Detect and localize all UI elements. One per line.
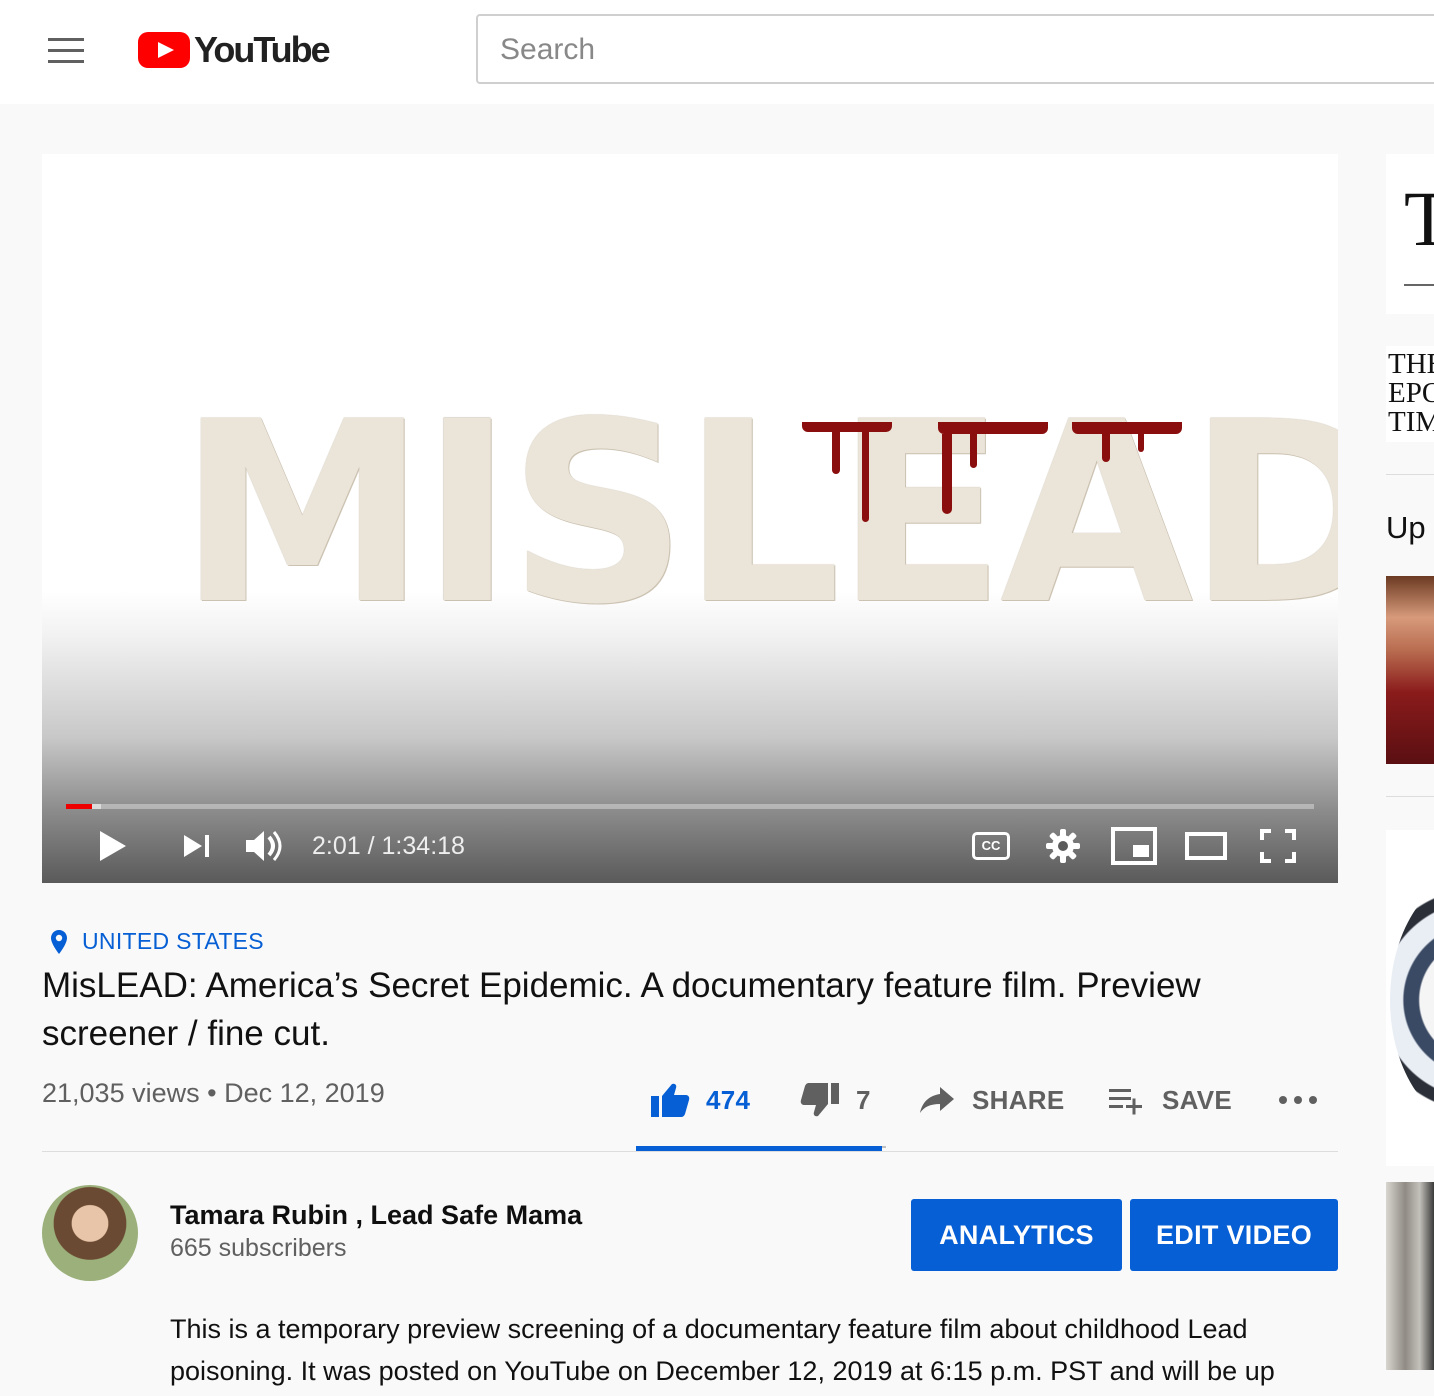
video-frame-title-art: MISLEAD <box>178 368 1338 659</box>
share-arrow-icon <box>920 1087 954 1113</box>
miniplayer-icon <box>1111 827 1157 865</box>
thumbs-up-icon <box>651 1083 690 1117</box>
upload-date: Dec 12, 2019 <box>224 1078 385 1108</box>
ad-fragment-2: THE EPO TIM <box>1388 348 1434 438</box>
save-button[interactable]: SAVE <box>1108 1080 1232 1120</box>
video-player[interactable]: MISLEAD 2:01 / 1:34:18 CC <box>42 154 1338 883</box>
sidebar-ad-card[interactable]: T <box>1386 154 1434 314</box>
sidebar-video-thumbnail[interactable] <box>1386 1182 1434 1370</box>
save-label: SAVE <box>1162 1084 1233 1115</box>
current-time: 2:01 <box>312 832 361 860</box>
up-next-label: Up <box>1386 510 1426 545</box>
sidebar-video-thumbnail-plate[interactable] <box>1386 830 1434 1166</box>
blood-drip <box>942 434 952 514</box>
subscriber-count: 665 subscribers <box>170 1234 347 1262</box>
play-icon <box>100 831 126 861</box>
duration: 1:34:18 <box>381 832 465 860</box>
menu-icon[interactable] <box>48 38 84 64</box>
like-count: 474 <box>706 1084 751 1115</box>
blood-drip <box>1102 434 1110 462</box>
ad-fragment-1: T <box>1404 175 1434 262</box>
miniplayer-button[interactable] <box>1108 824 1160 868</box>
time-separator: / <box>367 832 375 860</box>
gear-icon <box>1046 829 1080 863</box>
theater-mode-icon <box>1185 832 1227 860</box>
like-button[interactable]: 474 <box>650 1080 750 1120</box>
location-text: UNITED STATES <box>82 928 264 954</box>
share-button[interactable]: SHARE <box>918 1080 1065 1120</box>
next-button[interactable] <box>172 824 222 868</box>
blood-drip <box>862 430 869 522</box>
settings-button[interactable] <box>1038 824 1088 868</box>
edit-video-button[interactable]: EDIT VIDEO <box>1130 1199 1338 1271</box>
sidebar-divider <box>1386 474 1434 475</box>
dislike-button[interactable]: 7 <box>800 1080 871 1120</box>
theater-mode-button[interactable] <box>1180 824 1232 868</box>
divider <box>42 1151 1338 1152</box>
sidebar-ad-logo[interactable]: THE EPO TIM <box>1386 346 1434 442</box>
plate-image <box>1390 870 1434 1130</box>
meta-dot: • <box>207 1078 217 1108</box>
video-meta: 21,035 views • Dec 12, 2019 <box>42 1078 385 1109</box>
blood-drip <box>938 422 1048 434</box>
channel-avatar[interactable] <box>42 1185 138 1281</box>
video-title: MisLEAD: America’s Secret Epidemic. A do… <box>42 966 1201 1053</box>
channel-name[interactable]: Tamara Rubin , Lead Safe Mama <box>170 1200 582 1231</box>
title-art-text: MISLEAD <box>178 368 1338 659</box>
blood-drip <box>1138 434 1144 452</box>
sidebar-divider <box>1386 796 1434 797</box>
played-bar <box>66 804 92 809</box>
dislike-count: 7 <box>856 1084 871 1115</box>
ad-rule <box>1404 284 1434 286</box>
playlist-add-icon <box>1109 1089 1142 1115</box>
analytics-button[interactable]: ANALYTICS <box>911 1199 1122 1271</box>
play-button[interactable] <box>88 824 138 868</box>
video-description: This is a temporary preview screening of… <box>170 1314 1275 1386</box>
volume-button[interactable] <box>240 824 290 868</box>
fullscreen-button[interactable] <box>1252 824 1304 868</box>
share-label: SHARE <box>972 1084 1065 1115</box>
captions-button[interactable]: CC <box>966 824 1016 868</box>
skip-next-icon <box>184 835 209 857</box>
cc-icon: CC <box>972 832 1010 860</box>
view-count: 21,035 views <box>42 1078 200 1108</box>
volume-icon <box>246 831 282 861</box>
search-input[interactable] <box>478 16 1402 84</box>
blood-drip <box>802 422 892 432</box>
search-box[interactable] <box>476 14 1434 84</box>
time-display: 2:01 / 1:34:18 <box>312 832 465 861</box>
more-horizontal-icon <box>1279 1096 1317 1104</box>
progress-bar[interactable] <box>66 804 1314 809</box>
more-actions-button[interactable] <box>1278 1080 1318 1120</box>
youtube-play-icon <box>138 32 190 68</box>
location-link[interactable]: UNITED STATES <box>50 928 264 955</box>
top-bar: YouTube <box>0 0 1434 104</box>
location-pin-icon <box>51 929 67 954</box>
logo-text: YouTube <box>194 29 331 70</box>
blood-drip <box>832 430 840 474</box>
fullscreen-icon <box>1260 829 1296 863</box>
sidebar-video-thumbnail[interactable] <box>1386 576 1434 764</box>
youtube-logo[interactable]: YouTube <box>138 29 331 70</box>
thumbs-down-icon <box>800 1083 839 1117</box>
blood-drip <box>1072 422 1182 434</box>
blood-drip <box>970 434 977 468</box>
